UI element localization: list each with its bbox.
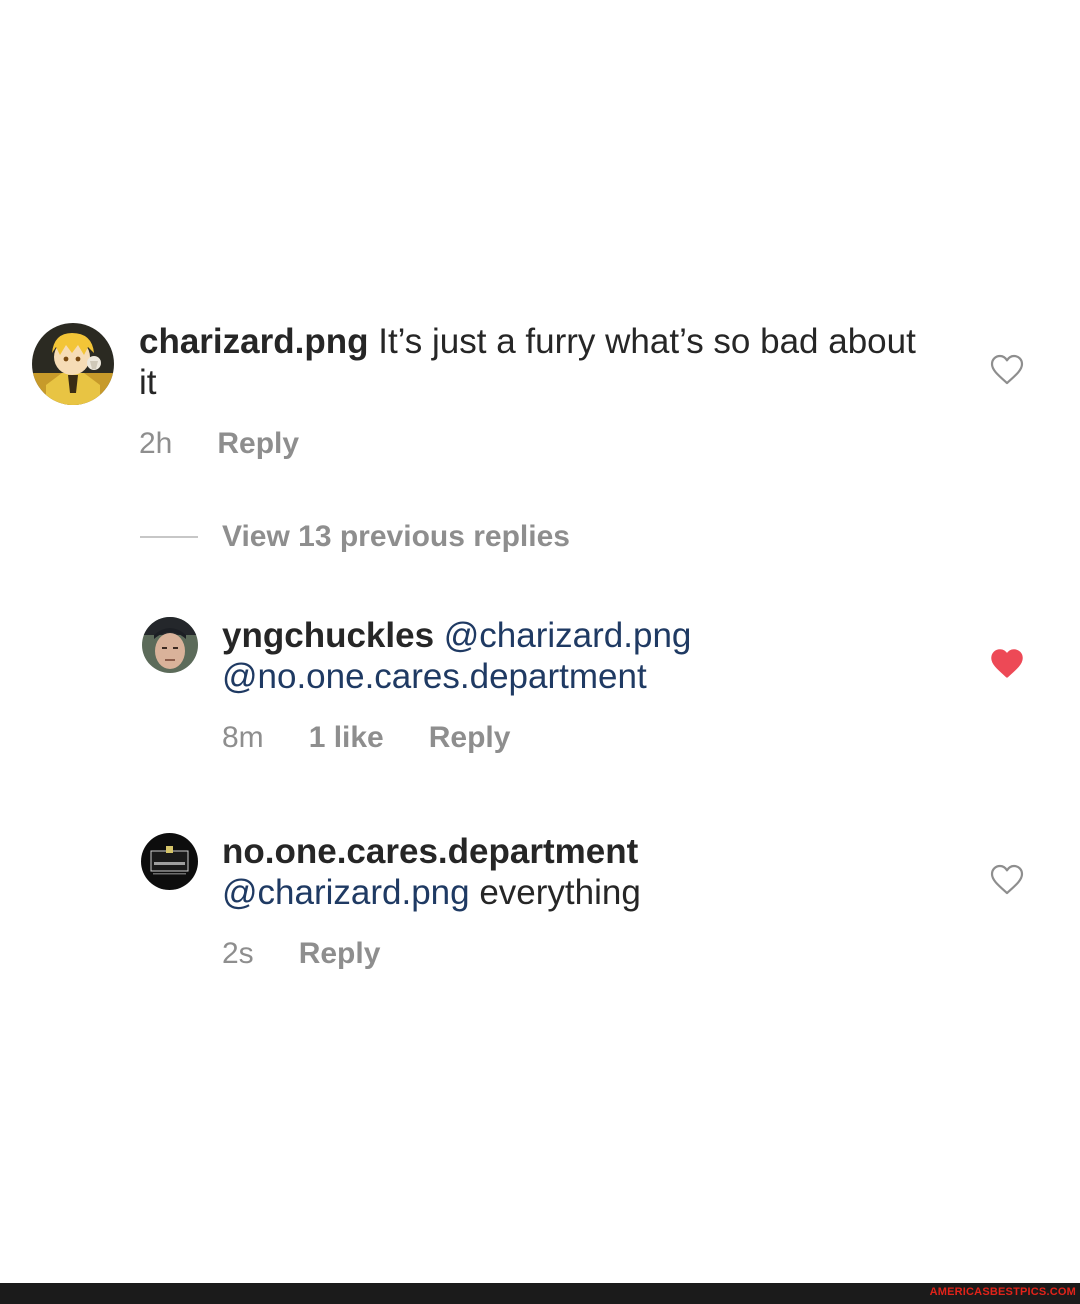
comment-username[interactable]: charizard.png [139,322,368,361]
view-replies-label: View 13 previous replies [222,520,570,553]
comment-meta-no-one-cares: 2s Reply [222,937,380,971]
avatar-charizard[interactable] [32,323,114,405]
comment-body-charizard: charizard.png It’s just a furry what’s s… [139,321,939,403]
avatar-yngchuckles[interactable] [142,617,198,673]
view-previous-replies-button[interactable]: View 13 previous replies [140,520,570,554]
comment-meta-charizard: 2h Reply [139,427,299,461]
divider-line [140,536,198,538]
comment-timestamp: 8m [222,721,264,754]
comment-body-yngchuckles: yngchuckles @charizard.png @no.one.cares… [222,615,942,697]
reply-button[interactable]: Reply [217,427,299,461]
mention-link[interactable]: @charizard.png [444,616,692,655]
avatar-no-one-cares[interactable] [141,833,198,890]
heart-outline-icon[interactable] [990,354,1024,386]
comment-username[interactable]: no.one.cares.department [222,832,638,871]
heart-filled-icon[interactable] [990,648,1024,680]
mention-link[interactable]: @charizard.png [222,873,470,912]
comment-timestamp: 2h [139,427,173,460]
likes-count-button[interactable]: 1 like [309,721,384,755]
reply-button[interactable]: Reply [299,937,381,971]
comment-text: everything [479,873,641,912]
comment-body-no-one-cares: no.one.cares.department @charizard.png e… [222,831,942,913]
comment-meta-yngchuckles: 8m 1 like Reply [222,721,510,755]
heart-outline-icon[interactable] [990,864,1024,896]
mention-link[interactable]: @no.one.cares.department [222,657,647,696]
watermark-bar: AMERICASBESTPICS.COM [0,1283,1080,1304]
comment-username[interactable]: yngchuckles [222,616,434,655]
reply-button[interactable]: Reply [429,721,511,755]
comment-timestamp: 2s [222,937,254,970]
watermark-text: AMERICASBESTPICS.COM [929,1286,1076,1298]
